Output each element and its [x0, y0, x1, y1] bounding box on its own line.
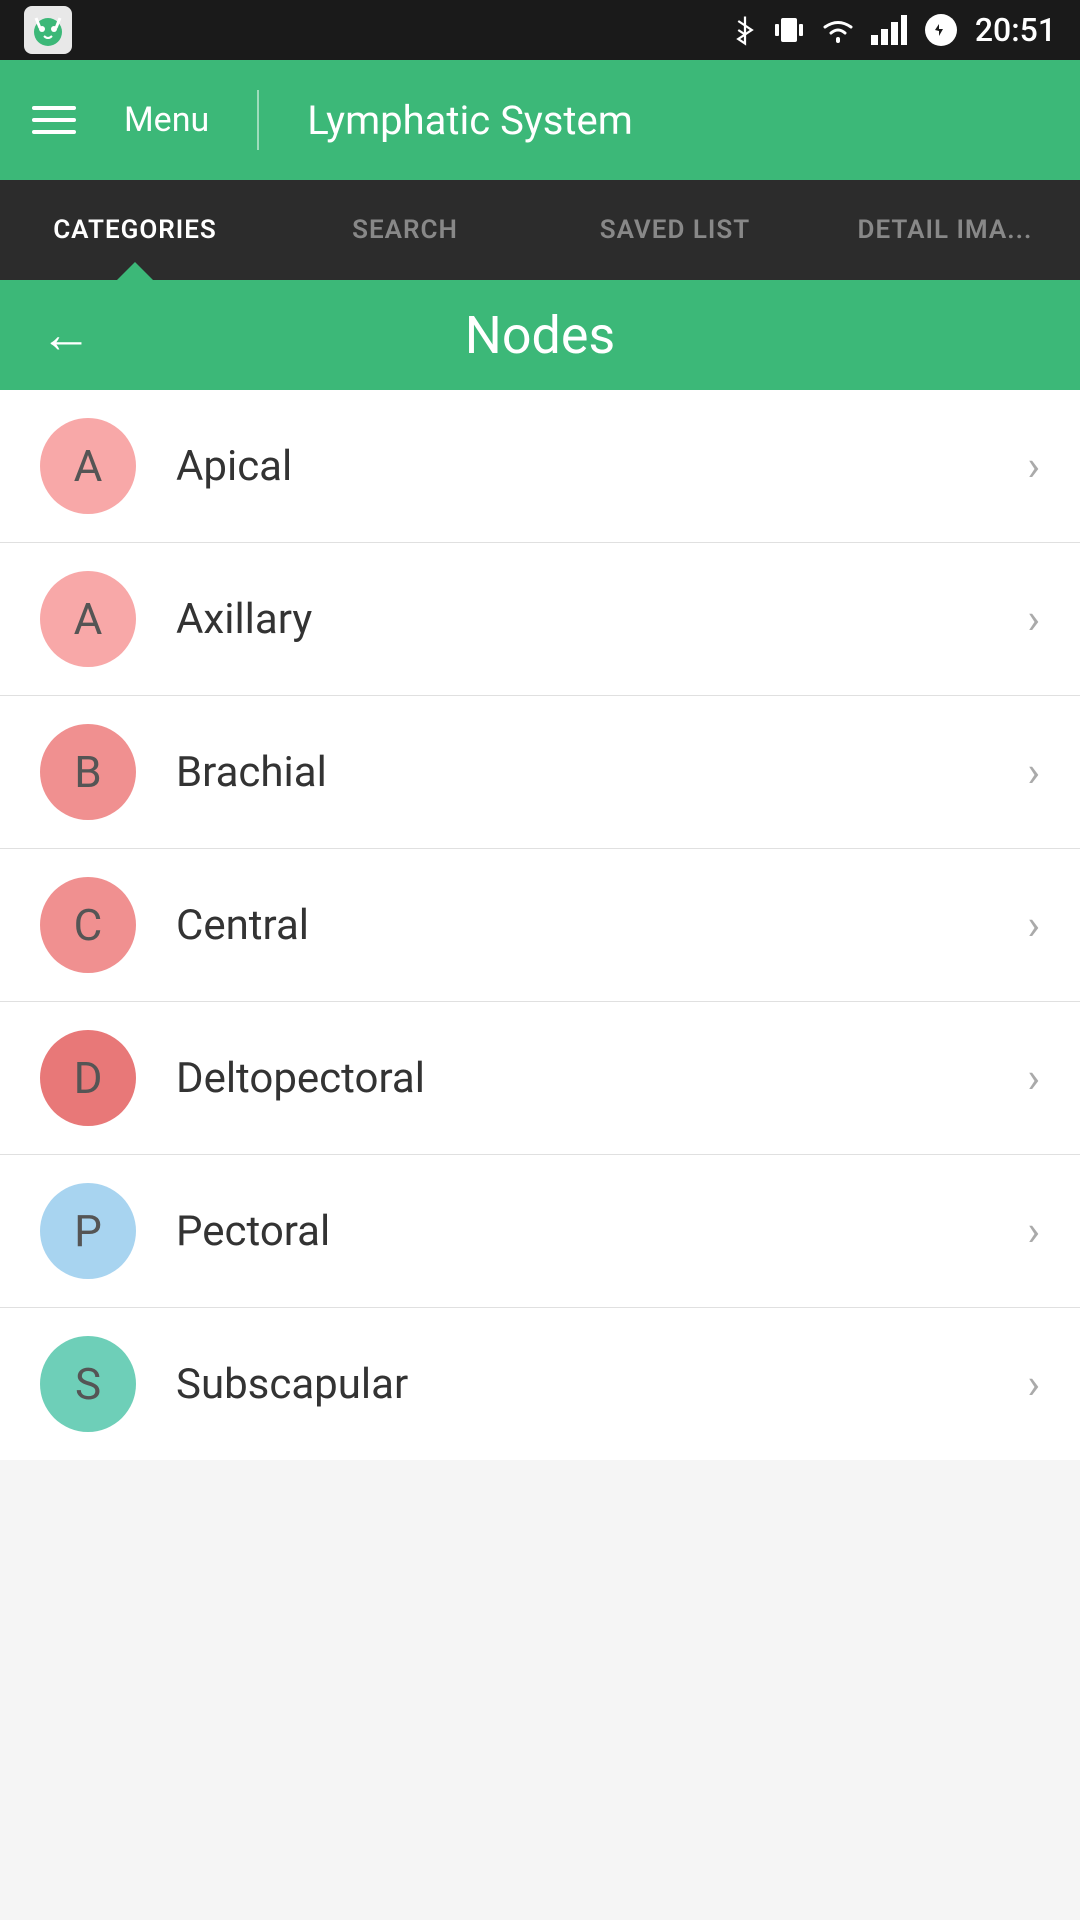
status-bar: 20:51: [0, 0, 1080, 60]
app-icon: [24, 6, 72, 54]
tab-detail-image[interactable]: DETAIL IMA...: [810, 180, 1080, 280]
avatar-axillary: A: [40, 571, 136, 667]
avatar-letter: A: [74, 440, 103, 492]
tab-detail-image-label: DETAIL IMA...: [858, 215, 1033, 245]
avatar-central: C: [40, 877, 136, 973]
avatar-apical: A: [40, 418, 136, 514]
chevron-right-icon: ›: [1027, 1054, 1040, 1103]
tab-search[interactable]: SEARCH: [270, 180, 540, 280]
avatar-letter: B: [74, 746, 101, 798]
battery-icon: [921, 12, 961, 48]
list-item[interactable]: D Deltopectoral ›: [0, 1002, 1080, 1155]
wifi-icon: [819, 15, 857, 45]
status-bar-right: 20:51: [731, 11, 1056, 49]
chevron-right-icon: ›: [1027, 901, 1040, 950]
sub-header-title: Nodes: [465, 305, 616, 366]
chevron-right-icon: ›: [1027, 748, 1040, 797]
tab-categories[interactable]: CATEGORIES: [0, 180, 270, 280]
chevron-right-icon: ›: [1027, 442, 1040, 491]
avatar-pectoral: P: [40, 1183, 136, 1279]
list-item[interactable]: A Axillary ›: [0, 543, 1080, 696]
item-label-subscapular: Subscapular: [176, 1360, 1027, 1409]
bluetooth-icon: [731, 12, 759, 48]
toolbar-divider: [257, 90, 259, 150]
avatar-letter: C: [74, 899, 103, 951]
list-item[interactable]: A Apical ›: [0, 390, 1080, 543]
tab-categories-label: CATEGORIES: [53, 215, 217, 245]
item-label-pectoral: Pectoral: [176, 1207, 1027, 1256]
avatar-letter: P: [74, 1205, 102, 1257]
list-item[interactable]: B Brachial ›: [0, 696, 1080, 849]
item-label-brachial: Brachial: [176, 748, 1027, 797]
item-label-axillary: Axillary: [176, 595, 1027, 644]
vibrate-icon: [773, 12, 805, 48]
signal-icon: [871, 15, 907, 45]
chevron-right-icon: ›: [1027, 1360, 1040, 1409]
chevron-right-icon: ›: [1027, 595, 1040, 644]
tab-bar: CATEGORIES SEARCH SAVED LIST DETAIL IMA.…: [0, 180, 1080, 280]
list-item[interactable]: C Central ›: [0, 849, 1080, 1002]
menu-label[interactable]: Menu: [124, 100, 209, 140]
back-arrow-icon: ←: [40, 309, 92, 361]
status-time: 20:51: [975, 11, 1056, 49]
avatar-letter: S: [75, 1358, 101, 1410]
toolbar: Menu Lymphatic System: [0, 60, 1080, 180]
avatar-letter: D: [74, 1052, 103, 1104]
item-label-apical: Apical: [176, 442, 1027, 491]
tab-search-label: SEARCH: [352, 215, 458, 245]
avatar-brachial: B: [40, 724, 136, 820]
list-container: A Apical › A Axillary › B Brachial › C C…: [0, 390, 1080, 1460]
menu-button[interactable]: [32, 106, 76, 134]
tab-saved-list-label: SAVED LIST: [600, 215, 751, 245]
list-item[interactable]: S Subscapular ›: [0, 1308, 1080, 1460]
list-item[interactable]: P Pectoral ›: [0, 1155, 1080, 1308]
back-button[interactable]: ←: [40, 309, 92, 361]
tab-saved-list[interactable]: SAVED LIST: [540, 180, 810, 280]
chevron-right-icon: ›: [1027, 1207, 1040, 1256]
avatar-deltopectoral: D: [40, 1030, 136, 1126]
item-label-central: Central: [176, 901, 1027, 950]
sub-header: ← Nodes: [0, 280, 1080, 390]
item-label-deltopectoral: Deltopectoral: [176, 1054, 1027, 1103]
status-bar-left: [24, 6, 72, 54]
avatar-subscapular: S: [40, 1336, 136, 1432]
avatar-letter: A: [74, 593, 103, 645]
toolbar-title: Lymphatic System: [307, 97, 633, 144]
